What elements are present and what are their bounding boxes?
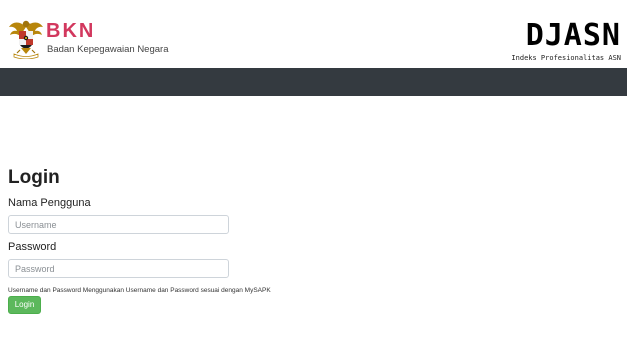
login-title: Login [8,167,60,188]
brand-name: BKN [46,20,96,42]
site-header: BKN Badan Kepegawaian Negara DJASN Indek… [0,0,627,68]
login-hint: Username dan Password Menggunakan Userna… [8,287,271,294]
password-input[interactable] [8,259,229,278]
app-subtitle: Indeks Profesionalitas ASN [511,54,621,62]
login-button[interactable]: Login [8,296,41,314]
app-title: DJASN [525,18,621,53]
brand-subtitle: Badan Kepegawaian Negara [47,44,169,55]
garuda-emblem-icon [9,20,43,59]
username-input[interactable] [8,215,229,234]
page: BKN Badan Kepegawaian Negara DJASN Indek… [0,0,627,360]
username-label: Nama Pengguna [8,197,91,209]
password-label: Password [8,241,57,253]
top-navbar [0,68,627,96]
